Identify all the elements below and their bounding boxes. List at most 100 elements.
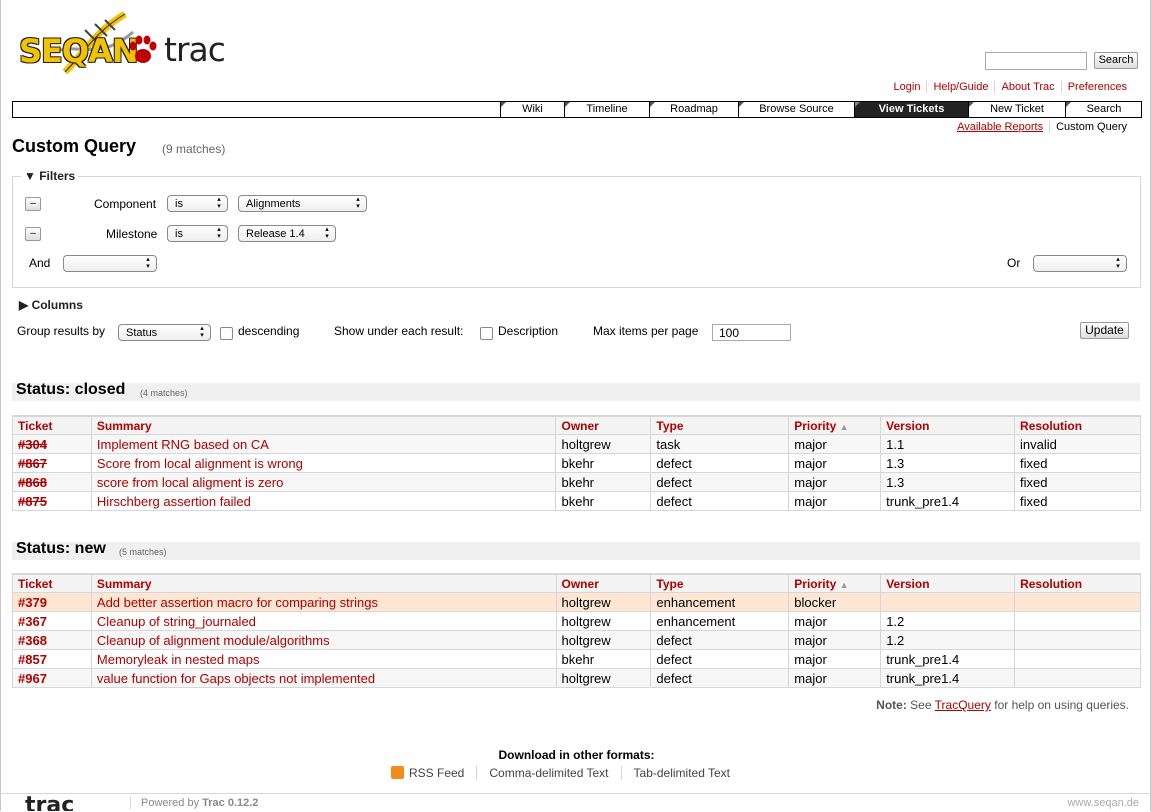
col-priority[interactable]: Priority ▲ [788,415,882,435]
ticket-summary-link[interactable]: value function for Gaps objects not impl… [90,668,557,688]
ticket-id-link[interactable]: #368 [12,630,92,650]
ticket-owner: bkehr [555,453,652,473]
ticket-summary-link[interactable]: Add better assertion macro for comparing… [90,592,557,612]
ticket-priority: major [788,472,882,492]
descending-checkbox[interactable] [220,327,233,340]
csv-download-link[interactable]: Comma-delimited Text [476,766,620,780]
ticket-owner: bkehr [555,491,652,511]
col-ticket[interactable]: Ticket [12,415,92,435]
col-owner[interactable]: Owner [555,415,652,435]
ticket-id-link[interactable]: #967 [12,668,92,688]
ticket-id-link[interactable]: #857 [12,649,92,669]
tickets-table-closed: Ticket Summary Owner Type Priority ▲ Ver… [12,415,1141,511]
context-nav: Available Reports Custom Query [951,121,1133,133]
rss-feed-link[interactable]: RSS Feed [391,766,476,780]
ticket-resolution [1014,668,1141,688]
tab-browse-source[interactable]: Browse Source [738,102,854,117]
ticket-summary-link[interactable]: Cleanup of string_journaled [90,611,557,631]
description-label: Description [498,324,559,338]
filters-toggle[interactable]: ▼ Filters [21,169,79,183]
ticket-type: defect [650,491,790,511]
add-and-filter-select[interactable] [63,255,157,272]
note-text-pre: See [910,698,932,712]
tab-view-tickets[interactable]: View Tickets [854,102,968,117]
ticket-summary-link[interactable]: score from local aligment is zero [90,472,557,492]
ticket-id-link[interactable]: #868 [12,472,92,492]
and-label: And [29,256,51,270]
col-owner[interactable]: Owner [555,573,652,593]
col-summary[interactable]: Summary [90,573,557,593]
group-count: (5 matches) [119,547,167,557]
tab-search[interactable]: Search [1065,102,1142,117]
col-ticket[interactable]: Ticket [12,573,92,593]
preferences-link[interactable]: Preferences [1060,81,1133,93]
sort-asc-icon: ▲ [839,579,849,590]
ticket-version: 1.3 [880,453,1016,473]
update-button[interactable]: Update [1080,322,1129,339]
login-link[interactable]: Login [888,81,927,93]
available-reports-link[interactable]: Available Reports [951,121,1051,133]
remove-filter-milestone-button[interactable]: – [25,227,41,241]
col-type[interactable]: Type [650,573,790,593]
help-guide-link[interactable]: Help/Guide [926,81,994,93]
ticket-owner: bkehr [555,649,652,669]
ticket-priority: major [788,668,882,688]
tab-roadmap[interactable]: Roadmap [649,102,738,117]
col-priority-label: Priority [794,418,837,433]
ticket-id-link[interactable]: #304 [12,434,92,454]
filter-field-component: Component [94,197,157,211]
ticket-summary-link[interactable]: Cleanup of alignment module/algorithms [90,630,557,650]
tab-new-ticket[interactable]: New Ticket [968,102,1065,117]
col-priority[interactable]: Priority ▲ [788,573,882,593]
tab-timeline[interactable]: Timeline [564,102,649,117]
add-or-filter-select[interactable] [1033,255,1127,272]
ticket-id-link[interactable]: #875 [12,491,92,511]
ticket-owner: holtgrew [555,611,652,631]
ticket-version: 1.3 [880,472,1016,492]
table-row: #379 Add better assertion macro for comp… [12,592,1141,612]
col-resolution[interactable]: Resolution [1014,573,1141,593]
query-help-note: Note: See TracQuery for help on using qu… [876,698,1129,712]
ticket-summary-link[interactable]: Memoryleak in nested maps [90,649,557,669]
seqan-trac-logo[interactable]: SEQAN trac [17,12,232,74]
tab-wiki[interactable]: Wiki [500,102,564,117]
table-row: #967 value function for Gaps objects not… [12,668,1141,688]
site-url[interactable]: www.seqan.de [1067,797,1139,809]
ticket-version: trunk_pre1.4 [880,649,1016,669]
ticket-resolution: fixed [1014,453,1141,473]
ticket-id-link[interactable]: #367 [12,611,92,631]
trac-version-link[interactable]: Trac 0.12.2 [202,797,258,809]
search-button[interactable]: Search [1094,52,1138,69]
trac-wordmark: trac [164,30,226,69]
col-summary[interactable]: Summary [90,415,557,435]
ticket-summary-link[interactable]: Score from local alignment is wrong [90,453,557,473]
table-row: #304 Implement RNG based on CA holtgrew … [12,434,1141,454]
ticket-summary-link[interactable]: Hirschberg assertion failed [90,491,557,511]
filter-operator-milestone[interactable]: is [167,225,228,242]
max-items-input[interactable]: 100 [712,324,791,341]
ticket-id-link[interactable]: #867 [12,453,92,473]
ticket-version: 1.2 [880,630,1016,650]
tracquery-link[interactable]: TracQuery [935,698,991,712]
filter-value-component[interactable]: Alignments [238,195,367,212]
filter-operator-component[interactable]: is [167,195,228,212]
col-version[interactable]: Version [880,573,1016,593]
search-input[interactable] [985,52,1087,70]
col-version[interactable]: Version [880,415,1016,435]
footer-trac-logo[interactable]: trac [25,793,74,811]
tab-download-link[interactable]: Tab-delimited Text [620,766,743,780]
remove-filter-component-button[interactable]: – [25,197,41,211]
ticket-owner: bkehr [555,472,652,492]
group-by-select[interactable]: Status [118,324,211,341]
triangle-right-icon: ▶ [19,298,32,312]
col-resolution[interactable]: Resolution [1014,415,1141,435]
columns-toggle[interactable]: ▶ Columns [19,298,83,312]
ticket-resolution [1014,630,1141,650]
description-checkbox[interactable] [480,327,493,340]
ticket-summary-link[interactable]: Implement RNG based on CA [90,434,557,454]
filter-value-milestone[interactable]: Release 1.4 [238,225,336,242]
ticket-id-link[interactable]: #379 [12,592,92,612]
ticket-type: task [650,434,790,454]
col-type[interactable]: Type [650,415,790,435]
about-trac-link[interactable]: About Trac [994,81,1060,93]
